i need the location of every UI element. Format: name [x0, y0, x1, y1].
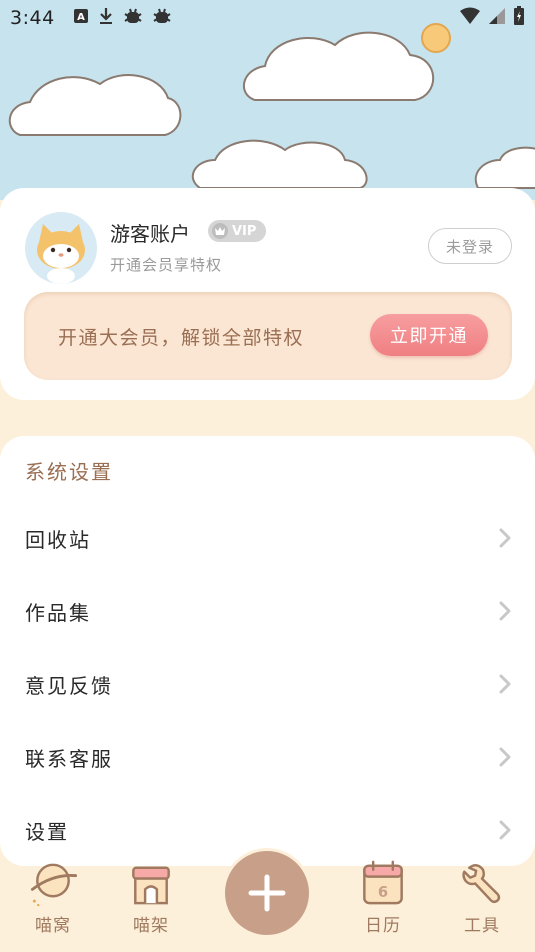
nav-item-calendar[interactable]: 6 日历 — [353, 856, 413, 936]
download-icon — [98, 7, 114, 29]
status-time: 3:44 — [10, 7, 55, 29]
nav-label: 喵架 — [133, 916, 169, 936]
menu-item-label: 联系客服 — [25, 746, 113, 771]
shop-icon — [132, 866, 170, 905]
nav-label: 日历 — [365, 916, 401, 936]
menu-item-portfolio[interactable]: 作品集 — [0, 586, 535, 636]
vip-badge: VIP — [208, 220, 266, 242]
nav-label: 工具 — [464, 916, 500, 936]
username: 游客账户 — [110, 222, 190, 246]
planet-icon — [30, 863, 78, 907]
a-box-icon: A — [73, 8, 89, 28]
crown-icon — [212, 223, 228, 239]
menu-item-customer-service[interactable]: 联系客服 — [0, 732, 535, 782]
cat-avatar-icon — [37, 224, 85, 284]
vip-badge-label: VIP — [232, 223, 257, 239]
nav-item-home[interactable]: 喵窝 — [23, 856, 83, 936]
bug-icon — [123, 7, 143, 29]
menu-item-label: 作品集 — [25, 600, 91, 625]
calendar-icon: 6 — [363, 860, 403, 905]
settings-title: 系统设置 — [25, 460, 113, 484]
plus-icon — [248, 874, 286, 912]
battery-charging-icon — [513, 6, 525, 30]
profile-card: 游客账户 VIP 开通会员享特权 未登录 开通大会员，解锁全部特权 立即开通 — [0, 188, 535, 400]
wifi-icon — [459, 7, 481, 29]
vip-banner-text: 开通大会员，解锁全部特权 — [58, 327, 305, 349]
status-bar: 3:44 A — [0, 0, 535, 36]
login-button[interactable]: 未登录 — [428, 228, 512, 264]
signal-icon — [487, 7, 507, 29]
chevron-right-icon — [499, 820, 511, 840]
menu-item-label: 回收站 — [25, 527, 91, 552]
open-vip-button[interactable]: 立即开通 — [370, 314, 488, 356]
settings-card: 系统设置 回收站 作品集 意见反馈 联系客服 设置 — [0, 436, 535, 866]
bottom-nav: 喵窝 喵架 6 日历 工具 — [0, 848, 535, 952]
menu-item-label: 设置 — [25, 819, 69, 844]
avatar[interactable] — [25, 212, 97, 284]
calendar-day: 6 — [378, 884, 388, 901]
chevron-right-icon — [499, 674, 511, 694]
nav-item-shelf[interactable]: 喵架 — [121, 856, 181, 936]
svg-text:A: A — [77, 12, 85, 23]
profile-subtitle: 开通会员享特权 — [110, 256, 223, 274]
menu-item-label: 意见反馈 — [25, 673, 113, 698]
wrench-icon — [462, 864, 501, 904]
vip-banner[interactable]: 开通大会员，解锁全部特权 立即开通 — [24, 292, 512, 380]
screen: 3:44 A 游客账户 VIP 开通会员享特权 未登录 开通大会员，解锁全部特权… — [0, 0, 535, 952]
add-button[interactable] — [222, 848, 312, 938]
menu-item-recycle-bin[interactable]: 回收站 — [0, 513, 535, 563]
bug-icon — [152, 7, 172, 29]
chevron-right-icon — [499, 528, 511, 548]
nav-item-tools[interactable]: 工具 — [452, 856, 512, 936]
nav-label: 喵窝 — [35, 916, 71, 936]
chevron-right-icon — [499, 747, 511, 767]
chevron-right-icon — [499, 601, 511, 621]
menu-item-feedback[interactable]: 意见反馈 — [0, 659, 535, 709]
